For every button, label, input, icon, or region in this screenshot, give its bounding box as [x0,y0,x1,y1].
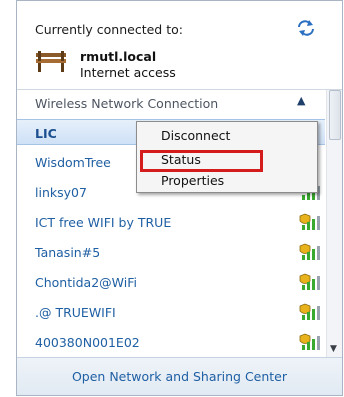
desktop-background [0,0,16,397]
secured-signal-icon [299,243,320,260]
context-menu: Disconnect Status Properties [136,121,318,193]
scrollbar[interactable]: ▼ [326,90,342,358]
bench-icon [36,51,66,72]
network-row-400380[interactable]: 400380N001E02 [17,329,325,355]
footer: Open Network and Sharing Center [17,357,342,395]
network-name: Tanasin#5 [35,245,101,260]
wireless-section-label: Wireless Network Connection [35,96,219,111]
network-name: Chontida2@WiFi [35,275,137,290]
network-row-tanasin[interactable]: Tanasin#5 [17,239,325,265]
refresh-icon[interactable] [297,19,315,37]
scroll-down-arrow-icon[interactable]: ▼ [330,344,337,354]
current-connection-panel: Currently connected to: rmutl.local Inte… [17,1,342,91]
network-name: 400380N001E02 [35,335,140,350]
wireless-section-header[interactable]: Wireless Network Connection ▲ [17,90,317,116]
open-network-sharing-center-link[interactable]: Open Network and Sharing Center [17,369,342,384]
scrollbar-thumb[interactable] [329,90,341,140]
network-name: linksy07 [35,185,87,200]
network-name: .@ TRUEWIFI [35,305,116,320]
chevron-up-icon[interactable]: ▲ [297,94,305,107]
menu-item-properties[interactable]: Properties [161,173,224,188]
connected-network-name: rmutl.local [80,49,157,64]
network-flyout: Currently connected to: rmutl.local Inte… [16,0,343,396]
network-row-truewifi[interactable]: .@ TRUEWIFI [17,299,325,325]
secured-signal-icon [299,333,320,350]
secured-signal-icon [299,213,320,230]
currently-connected-label: Currently connected to: [35,22,183,37]
secured-signal-icon [299,303,320,320]
network-name: ICT free WIFI by TRUE [35,215,172,230]
secured-signal-icon [299,273,320,290]
network-row-ict[interactable]: ICT free WIFI by TRUE [17,209,325,235]
network-name: WisdomTree [35,155,111,170]
connected-network-status: Internet access [80,65,176,80]
status-highlight-box [140,150,263,172]
menu-item-disconnect[interactable]: Disconnect [161,128,230,143]
network-row-chontida[interactable]: Chontida2@WiFi [17,269,325,295]
network-name: LIC [35,126,57,141]
